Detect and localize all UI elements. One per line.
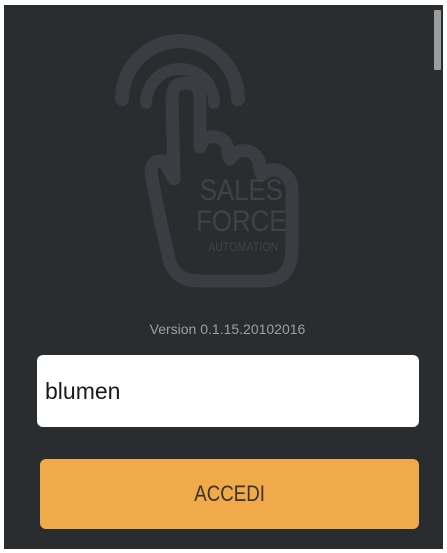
username-input[interactable] — [37, 355, 419, 427]
scrollbar[interactable] — [434, 10, 441, 70]
logo-text-force: FORCE — [196, 205, 287, 238]
logo-text-automation: AUTOMATION — [208, 240, 279, 254]
version-label: Version 0.1.15.20102016 — [149, 321, 306, 337]
accedi-button-label: ACCEDI — [194, 481, 265, 506]
logo-text-sales: SALES — [199, 174, 283, 207]
accedi-button[interactable]: ACCEDI — [40, 459, 419, 529]
